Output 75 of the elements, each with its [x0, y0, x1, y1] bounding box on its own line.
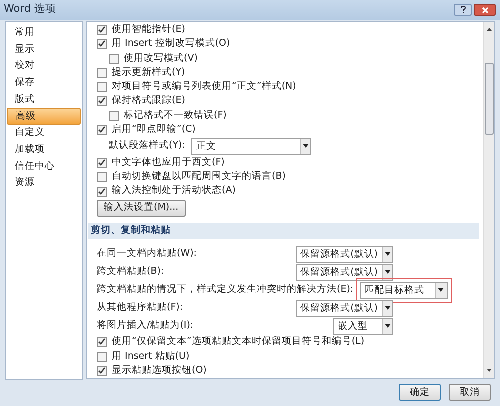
check-icon	[98, 366, 106, 375]
sidebar-item[interactable]: 自定义	[7, 125, 81, 142]
settings-button[interactable]: 输入法设置(M)...	[97, 200, 186, 217]
help-icon	[460, 6, 466, 14]
checkbox[interactable]	[97, 172, 107, 182]
sidebar-item[interactable]: 显示	[7, 42, 81, 58]
checkbox[interactable]	[109, 54, 119, 64]
dropdown-value: 保留源格式(默认)	[300, 266, 379, 280]
option-label: 默认段落样式(Y):	[109, 139, 186, 154]
option-label: 启用“即点即输”(C)	[112, 122, 196, 137]
close-button[interactable]	[474, 4, 496, 16]
checkbox[interactable]	[97, 25, 107, 36]
option-label: 使用“仅保留文本”选项粘贴文本时保留项目符号和编号(L)	[112, 335, 365, 350]
check-icon	[98, 97, 106, 106]
option-label: 用 Insert 粘贴(U)	[112, 350, 190, 364]
checkbox[interactable]	[97, 366, 107, 376]
option-label: 标记格式不一致错误(F)	[124, 108, 227, 122]
checkbox[interactable]	[97, 96, 107, 106]
dialog-button[interactable]: 确定	[399, 384, 441, 401]
checkbox[interactable]	[97, 124, 107, 135]
sidebar-item[interactable]: 版式	[7, 92, 81, 108]
sidebar-item[interactable]: 保存	[7, 75, 81, 92]
sidebar-item[interactable]: 常用	[7, 25, 81, 42]
checkbox[interactable]	[97, 352, 107, 362]
checkbox[interactable]	[109, 110, 119, 121]
dialog-button[interactable]: 取消	[449, 384, 491, 401]
dropdown-value: 嵌入型	[337, 320, 369, 334]
sidebar-item[interactable]: 信任中心	[7, 158, 81, 176]
dropdown-value: 保留源格式(默认)	[300, 248, 379, 262]
dropdown[interactable]: 保留源格式(默认)	[296, 246, 393, 263]
option-label: 显示粘贴选项按钮(O)	[112, 364, 207, 378]
sidebar-item[interactable]: 加载项	[7, 142, 81, 158]
option-label: 从其他程序粘贴(F):	[97, 301, 184, 316]
option-label: 中文字体也应用于西文(F)	[112, 156, 225, 170]
check-icon	[98, 159, 106, 168]
option-label: 用 Insert 控制改写模式(O)	[112, 37, 230, 52]
option-label: 将图片插入/粘贴为(I):	[97, 319, 195, 334]
checkbox[interactable]	[97, 39, 107, 50]
window-title: Word 选项	[4, 2, 56, 18]
option-label: 对项目符号或编号列表使用“正文”样式(N)	[112, 80, 296, 94]
checkbox[interactable]	[97, 337, 107, 348]
option-label: 输入法控制处于活动状态(A)	[112, 184, 236, 198]
scrollbar[interactable]	[483, 22, 494, 378]
section-header: 剪切、复制和粘贴	[88, 223, 479, 240]
check-icon	[98, 126, 106, 134]
dropdown[interactable]: 嵌入型	[333, 318, 393, 335]
checkbox[interactable]	[97, 82, 107, 92]
option-label: 使用改写模式(V)	[124, 52, 198, 66]
sidebar-item[interactable]: 资源	[7, 175, 81, 192]
close-icon	[482, 6, 488, 14]
scroll-thumb[interactable]	[484, 63, 494, 135]
sidebar-item[interactable]: 校对	[7, 58, 81, 76]
check-icon	[98, 338, 106, 346]
dropdown-value: 保留源格式(默认)	[300, 302, 379, 316]
option-label: 提示更新样式(Y)	[112, 66, 186, 80]
scroll-up-icon	[486, 28, 492, 31]
dropdown[interactable]: 保留源格式(默认)	[296, 300, 393, 317]
checkbox[interactable]	[97, 186, 107, 197]
option-label: 跨文档粘贴(B):	[97, 265, 166, 280]
checkbox[interactable]	[97, 68, 107, 78]
help-button[interactable]	[454, 4, 472, 16]
dropdown[interactable]: 匹配目标格式	[360, 282, 448, 299]
sidebar-item[interactable]: 高级	[7, 108, 81, 126]
scroll-down-icon	[486, 369, 492, 372]
option-label: 保持格式跟踪(E)	[112, 94, 186, 108]
dropdown[interactable]: 正文	[191, 138, 312, 155]
option-label: 在同一文档内粘贴(W):	[97, 246, 198, 261]
dropdown-value: 匹配目标格式	[364, 284, 426, 298]
checkbox[interactable]	[97, 158, 107, 168]
dropdown-value: 正文	[195, 140, 218, 154]
option-label: 使用智能指针(E)	[112, 23, 186, 37]
option-label: 跨文档粘贴的情况下，样式定义发生冲突时的解决方法(E):	[97, 283, 354, 298]
dropdown[interactable]: 保留源格式(默认)	[296, 264, 393, 281]
option-label: 自动切换键盘以匹配周围文字的语言(B)	[112, 170, 286, 184]
check-icon	[98, 188, 106, 196]
